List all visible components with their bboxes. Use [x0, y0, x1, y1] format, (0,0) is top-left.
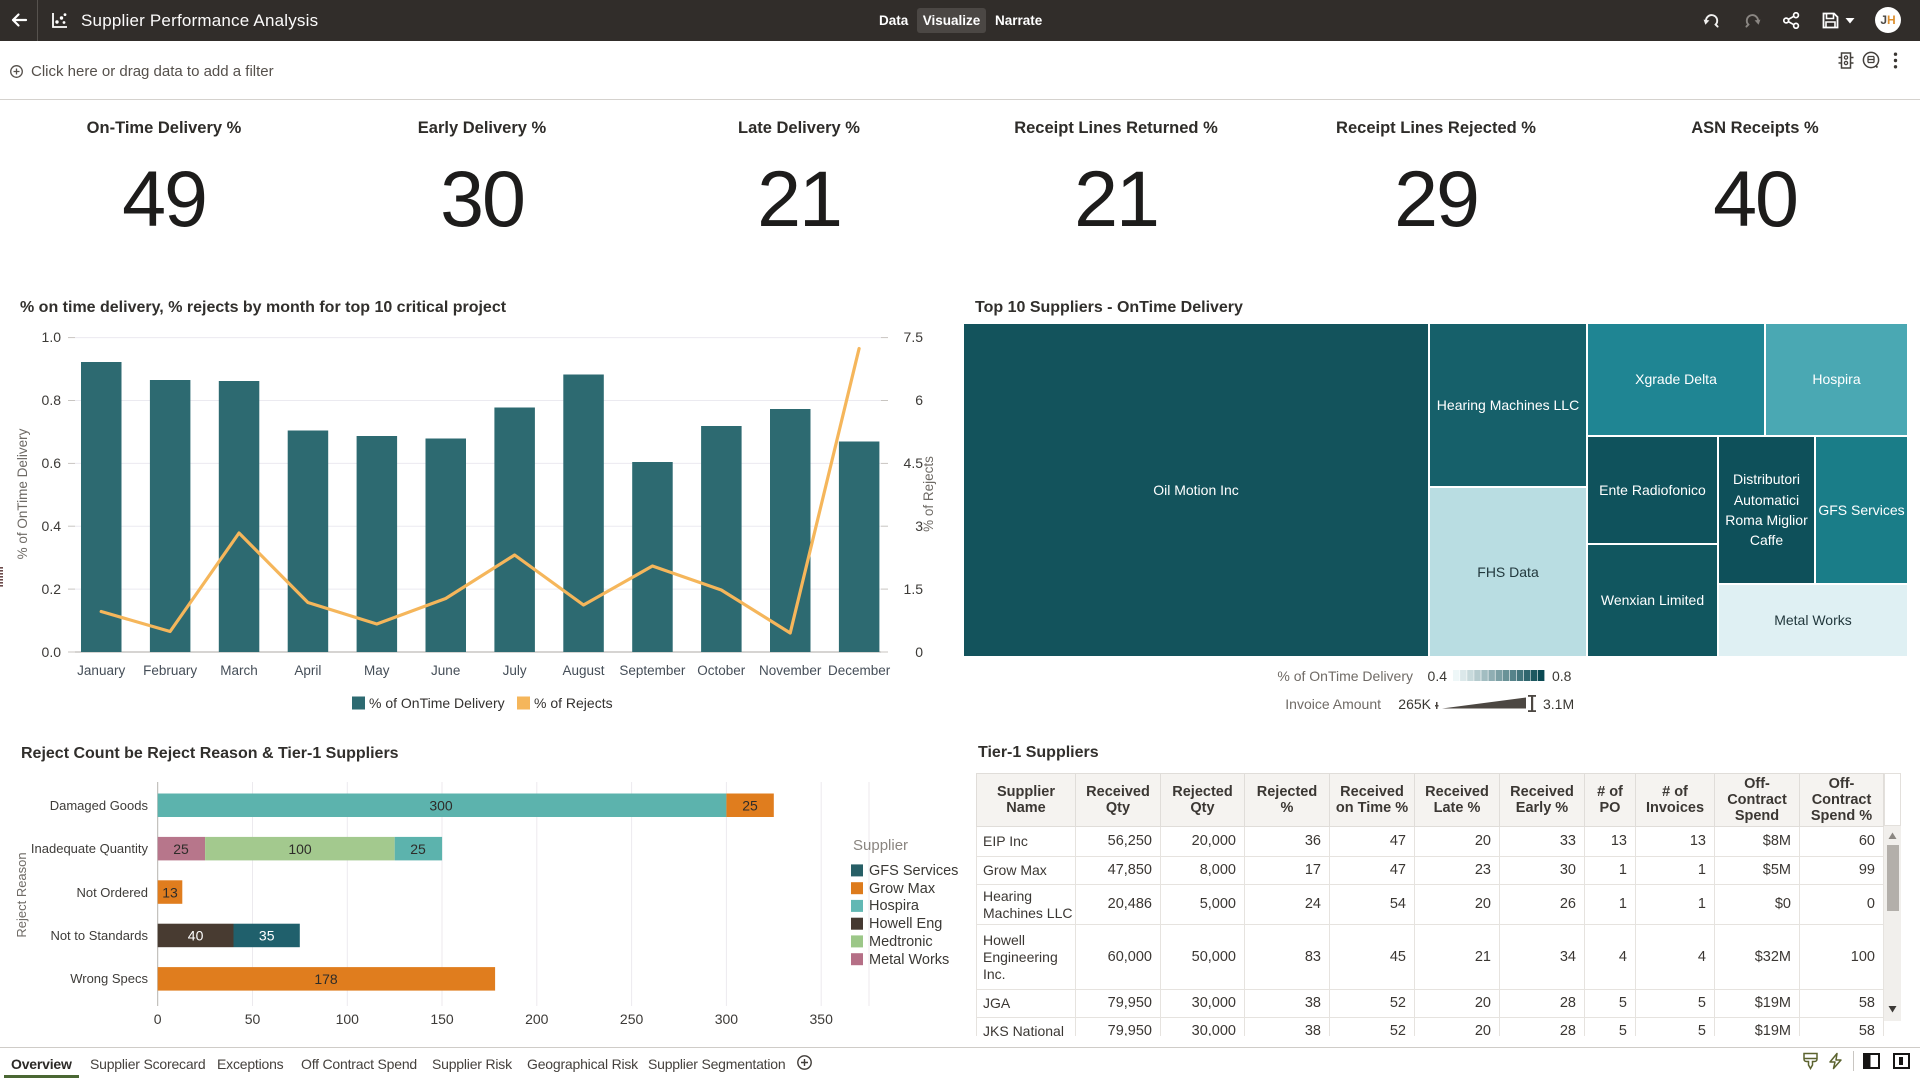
svg-text:% of OnTime Delivery: % of OnTime Delivery — [15, 428, 30, 559]
svg-text:% on time delivery, % rejects: % on time delivery, % rejects by month f… — [20, 299, 507, 316]
svg-text:300: 300 — [429, 798, 453, 814]
svg-text:300: 300 — [715, 1011, 739, 1027]
svg-text:October: October — [697, 663, 746, 678]
svg-text:December: December — [828, 663, 891, 678]
svg-text:0: 0 — [154, 1011, 162, 1027]
svg-text:May: May — [364, 663, 390, 678]
svg-text:April: April — [294, 663, 321, 678]
svg-text:Metal Works: Metal Works — [869, 952, 949, 968]
svg-text:1.0: 1.0 — [42, 329, 62, 345]
svg-text:1.5: 1.5 — [904, 581, 924, 597]
svg-text:Not to Standards: Not to Standards — [50, 928, 148, 943]
svg-text:% of OnTime Delivery: % of OnTime Delivery — [369, 695, 505, 711]
svg-text:0.6: 0.6 — [42, 455, 62, 471]
svg-text:Reject Count be Reject Reason: Reject Count be Reject Reason & Tier-1 S… — [21, 745, 399, 762]
svg-text:0.4: 0.4 — [1428, 668, 1448, 684]
svg-text:40: 40 — [188, 928, 204, 944]
svg-text:Reject Reason: Reject Reason — [14, 852, 29, 937]
svg-text:Grow Max: Grow Max — [869, 881, 936, 897]
svg-text:Medtronic: Medtronic — [869, 934, 933, 950]
svg-text:Supplier: Supplier — [853, 837, 908, 854]
svg-text:35: 35 — [259, 928, 275, 944]
svg-text:25: 25 — [742, 798, 758, 814]
svg-text:50: 50 — [245, 1011, 261, 1027]
svg-text:% of Rejects: % of Rejects — [921, 456, 936, 532]
svg-text:Damaged Goods: Damaged Goods — [50, 798, 149, 813]
svg-text:Wrong Specs: Wrong Specs — [70, 971, 148, 986]
svg-text:265K: 265K — [1398, 696, 1431, 712]
svg-text:June: June — [431, 663, 460, 678]
svg-text:GFS Services: GFS Services — [869, 863, 958, 879]
svg-text:February: February — [143, 663, 197, 678]
svg-text:6: 6 — [915, 392, 923, 408]
svg-text:0.8: 0.8 — [42, 392, 62, 408]
svg-text:200: 200 — [525, 1011, 549, 1027]
svg-text:Invoice Amount: Invoice Amount — [1285, 696, 1381, 712]
svg-text:November: November — [759, 663, 822, 678]
svg-text:Hospira: Hospira — [869, 898, 920, 914]
svg-text:Not Ordered: Not Ordered — [76, 885, 148, 900]
svg-text:13: 13 — [162, 884, 178, 900]
svg-text:25: 25 — [410, 841, 426, 857]
svg-text:150: 150 — [430, 1011, 454, 1027]
svg-text:100: 100 — [336, 1011, 360, 1027]
svg-text:0: 0 — [915, 644, 923, 660]
svg-text:25: 25 — [173, 841, 189, 857]
svg-text:% of Rejects: % of Rejects — [534, 695, 613, 711]
svg-text:7.5: 7.5 — [904, 329, 924, 345]
svg-text:% of OnTime Delivery: % of OnTime Delivery — [1277, 668, 1413, 684]
svg-text:250: 250 — [620, 1011, 644, 1027]
svg-text:178: 178 — [314, 971, 338, 987]
svg-text:3.1M: 3.1M — [1543, 696, 1574, 712]
svg-text:0.8: 0.8 — [1552, 668, 1572, 684]
svg-text:Howell Eng: Howell Eng — [869, 916, 942, 932]
svg-text:Inadequate Quantity: Inadequate Quantity — [31, 841, 149, 856]
svg-text:0.2: 0.2 — [42, 581, 62, 597]
svg-text:September: September — [619, 663, 686, 678]
svg-text:0.0: 0.0 — [42, 644, 62, 660]
svg-text:0.4: 0.4 — [42, 518, 62, 534]
svg-text:100: 100 — [288, 841, 312, 857]
svg-text:350: 350 — [810, 1011, 834, 1027]
svg-text:July: July — [503, 663, 527, 678]
svg-text:March: March — [220, 663, 258, 678]
svg-text:January: January — [77, 663, 125, 678]
svg-text:August: August — [562, 663, 604, 678]
